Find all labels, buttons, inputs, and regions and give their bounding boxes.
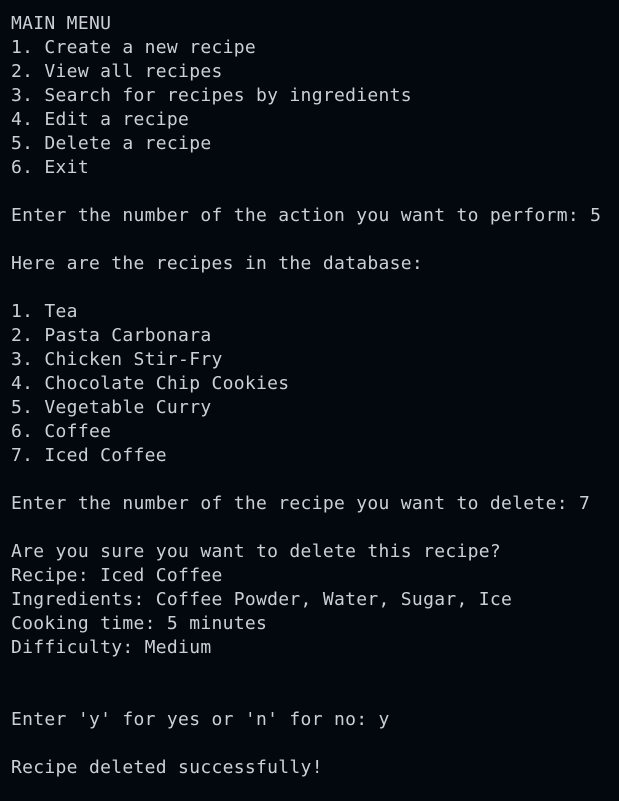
menu-title: MAIN MENU <box>11 13 112 34</box>
action-prompt: Enter the number of the action you want … <box>11 205 602 226</box>
recipe-list-item: 2. Pasta Carbonara <box>11 325 212 346</box>
recipe-name: Recipe: Iced Coffee <box>11 565 223 586</box>
menu-option-delete: 5. Delete a recipe <box>11 133 212 154</box>
recipe-list-item: 3. Chicken Stir-Fry <box>11 349 223 370</box>
delete-prompt: Enter the number of the recipe you want … <box>11 493 591 514</box>
confirm-prompt: Enter 'y' for yes or 'n' for no: y <box>11 709 390 730</box>
menu-option-view: 2. View all recipes <box>11 61 223 82</box>
menu-option-exit: 6. Exit <box>11 157 89 178</box>
recipe-difficulty: Difficulty: Medium <box>11 637 212 658</box>
menu-option-create: 1. Create a new recipe <box>11 37 257 58</box>
recipe-list-item: 4. Chocolate Chip Cookies <box>11 373 290 394</box>
recipe-cooking-time: Cooking time: 5 minutes <box>11 613 268 634</box>
recipe-list-item: 5. Vegetable Curry <box>11 397 212 418</box>
recipe-list-item: 6. Coffee <box>11 421 112 442</box>
recipe-ingredients: Ingredients: Coffee Powder, Water, Sugar… <box>11 589 513 610</box>
recipe-list-heading: Here are the recipes in the database: <box>11 253 424 274</box>
recipe-list-item: 7. Iced Coffee <box>11 445 167 466</box>
terminal-output: MAIN MENU 1. Create a new recipe 2. View… <box>0 0 619 801</box>
success-message: Recipe deleted successfully! <box>11 757 323 778</box>
menu-option-search: 3. Search for recipes by ingredients <box>11 85 412 106</box>
recipe-list-item: 1. Tea <box>11 301 78 322</box>
confirm-question: Are you sure you want to delete this rec… <box>11 541 502 562</box>
menu-option-edit: 4. Edit a recipe <box>11 109 190 130</box>
